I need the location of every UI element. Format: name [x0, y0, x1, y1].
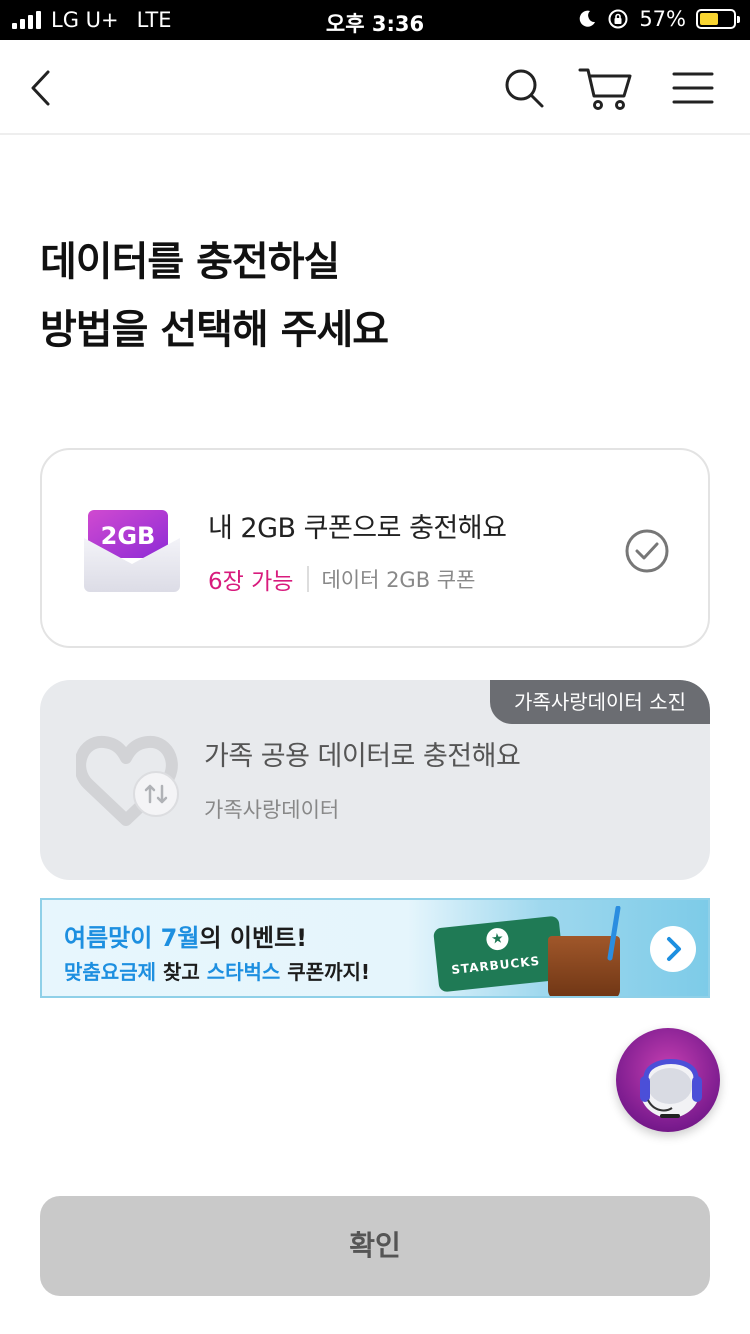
option-coupon-title: 내 2GB 쿠폰으로 충전해요 — [208, 513, 507, 544]
back-icon — [31, 70, 50, 106]
gift-card-brand: STARBUCKS — [450, 953, 541, 978]
option-coupon-card[interactable]: 2GB 내 2GB 쿠폰으로 충전해요 6장 가능 데이터 2GB 쿠폰 — [40, 448, 710, 648]
banner-highlight-3: 스타벅스 — [206, 960, 281, 984]
rotation-lock-icon — [608, 9, 628, 29]
coupon-count: 6장 가능 — [208, 569, 294, 595]
banner-line-1: 여름맞이 7월의 이벤트! — [64, 918, 307, 953]
page-title-line-1: 데이터를 충전하실 — [40, 239, 340, 285]
exhausted-badge: 가족사랑데이터 소진 — [490, 680, 710, 724]
option-family-description: 가족사랑데이터 — [204, 798, 340, 822]
cart-button[interactable] — [576, 62, 636, 114]
top-nav — [0, 40, 750, 135]
status-bar-right: 57% — [577, 7, 740, 31]
check-circle-icon — [625, 529, 669, 573]
banner-line-2: 맞춤요금제 찾고 스타벅스 쿠폰까지! — [64, 956, 370, 985]
banner-text-1: 의 이벤트! — [199, 924, 308, 952]
banner-highlight-1: 여름맞이 7월 — [64, 924, 200, 952]
banner-highlight-2: 맞춤요금제 — [64, 960, 156, 984]
search-icon — [505, 69, 544, 108]
confirm-button[interactable]: 확인 — [40, 1196, 710, 1296]
coupon-envelope-icon: 2GB — [84, 510, 180, 592]
chevron-right-icon — [667, 937, 681, 961]
moon-icon — [580, 10, 596, 27]
coupon-icon-text: 2GB — [101, 522, 156, 550]
menu-icon — [672, 72, 714, 104]
banner-text-2: 찾고 — [156, 960, 207, 984]
option-coupon-subline: 6장 가능 데이터 2GB 쿠폰 — [208, 562, 475, 596]
banner-text-3: 쿠폰까지! — [280, 960, 371, 984]
cart-icon — [578, 68, 632, 110]
robot-headset-icon — [640, 1059, 702, 1118]
coupon-description: 데이터 2GB 쿠폰 — [321, 568, 476, 592]
straw-icon — [607, 906, 621, 961]
chatbot-button[interactable] — [616, 1028, 720, 1132]
page-title-line-2: 방법을 선택해 주세요 — [40, 307, 389, 353]
star-icon: ★ — [485, 926, 510, 952]
battery-percent: 57% — [639, 7, 686, 31]
back-button[interactable] — [16, 62, 68, 114]
heart-exchange-icon — [76, 736, 179, 826]
status-bar: LG U+ LTE 오후 3:36 57% — [0, 0, 750, 40]
banner-arrow-button[interactable] — [650, 926, 696, 972]
option-family-title: 가족 공용 데이터로 충전해요 — [204, 741, 521, 772]
event-banner[interactable]: 여름맞이 7월의 이벤트! 맞춤요금제 찾고 스타벅스 쿠폰까지! ★ STAR… — [40, 898, 710, 998]
divider — [307, 566, 310, 592]
option-family-data-card: 가족사랑데이터 소진 가족 공용 데이터로 충전해요 가족사랑데이터 — [40, 680, 710, 880]
search-button[interactable] — [498, 62, 550, 114]
menu-button[interactable] — [668, 62, 720, 114]
page-title: 데이터를 충전하실 방법을 선택해 주세요 — [40, 228, 389, 364]
gift-card-image: ★ STARBUCKS — [433, 915, 565, 993]
battery-icon — [696, 9, 740, 29]
